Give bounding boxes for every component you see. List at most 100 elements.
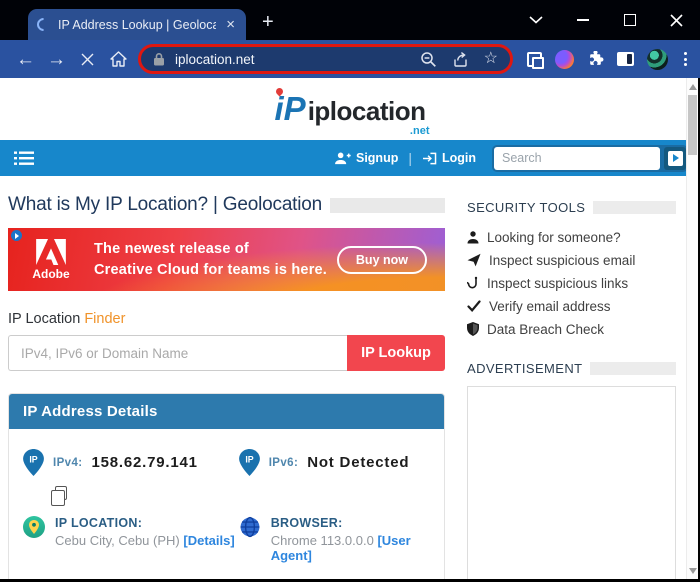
window-minimize-button[interactable] [559,0,606,40]
signup-link[interactable]: Signup [334,151,398,165]
tab-loading-spinner-icon [34,15,53,34]
shield-icon [467,322,479,336]
adobe-ad-banner[interactable]: Adobe The newest release of Creative Clo… [8,228,445,291]
navbar-divider: | [408,150,412,166]
bookmark-star-icon[interactable]: ☆ [484,51,498,67]
ip-pin-icon: IP [238,449,260,476]
adchoices-icon[interactable] [11,230,22,241]
scrollbar-down-arrow[interactable] [689,568,697,574]
security-tools-header: SECURITY TOOLS [467,200,676,215]
site-logo[interactable]: iP iplocation .net [274,90,430,137]
url-text[interactable]: iplocation.net [175,52,410,67]
site-header: iP iplocation .net [0,78,700,140]
copy-icon[interactable] [51,486,67,506]
tab-close-icon[interactable]: × [224,17,237,32]
person-icon [467,230,479,243]
tool-label: Looking for someone? [487,229,621,245]
heading-filler-bar [330,197,445,213]
location-browser-row: IP LOCATION: Cebu City, Cebu (PH) [Detai… [23,516,430,563]
page-scrollbar[interactable] [686,78,698,582]
browser-tab[interactable]: IP Address Lookup | Geolocation × [28,9,246,40]
window-maximize-button[interactable] [606,0,653,40]
search-arrow-icon [672,154,679,162]
heading-row: What is My IP Location? | Geolocation [8,194,445,216]
ip-pin-icon: IP [23,449,44,476]
logo-tld-label: .net [409,124,430,137]
advertisement-title: ADVERTISEMENT [467,361,583,376]
menu-list-icon[interactable] [14,151,34,166]
zoom-icon[interactable] [420,51,437,68]
finder-label-main: IP Location [8,311,81,327]
advertisement-header: ADVERTISEMENT [467,361,676,376]
forward-button[interactable]: → [41,50,72,69]
buy-now-button[interactable]: Buy now [336,245,427,274]
tool-verify-email[interactable]: Verify email address [467,298,676,314]
window-chevron-down-icon[interactable] [512,0,559,40]
adobe-logo: Adobe [8,238,94,281]
details-link[interactable]: [Details] [183,533,234,548]
tool-inspect-links[interactable]: Inspect suspicious links [467,275,676,291]
back-button[interactable]: ← [10,50,41,69]
tool-inspect-email[interactable]: Inspect suspicious email [467,252,676,268]
check-icon [467,300,481,312]
user-plus-icon [335,152,351,164]
logo-wordmark: iplocation [307,95,426,126]
ipv6-label: IPv6: [268,456,299,469]
ip-location-label: IP LOCATION: [55,516,143,530]
tool-data-breach-check[interactable]: Data Breach Check [467,321,676,337]
screenshot-extension-icon[interactable] [527,51,544,69]
tool-looking-for-someone[interactable]: Looking for someone? [467,229,676,245]
window-controls [512,0,700,40]
new-tab-button[interactable]: + [262,11,274,34]
location-circle-icon [23,516,45,538]
login-label: Login [441,151,476,165]
tab-title: IP Address Lookup | Geolocation [58,17,217,32]
ip-lookup-button[interactable]: IP Lookup [347,335,445,371]
ipv6-cell: IP IPv6: Not Detected [238,449,430,476]
home-button[interactable] [103,51,134,67]
ip-row: IP IPv4: 158.62.79.141 IP IPv6: Not Dete… [23,449,430,506]
side-panel-icon[interactable] [617,52,634,66]
advertisement-header-filler-bar [590,362,676,375]
ad-line-1: The newest release of [94,241,249,258]
window-close-button[interactable] [653,0,700,40]
stop-button[interactable] [72,53,103,66]
scrollbar-thumb[interactable] [688,95,697,155]
address-bar-icons: ☆ [420,51,498,68]
browser-text: Chrome 113.0.0.0 [270,533,374,548]
page-content: What is My IP Location? | Geolocation Ad… [0,176,700,582]
hook-icon [467,276,478,289]
browser-menu-icon[interactable] [681,52,690,66]
ipv4-cell: IP IPv4: 158.62.79.141 [23,449,239,506]
security-header-filler-bar [593,201,676,214]
logo-pin-mark: iP [274,90,306,128]
tool-label: Inspect suspicious email [489,252,636,268]
scrollbar-up-arrow[interactable] [689,84,697,90]
tool-label: Verify email address [489,298,611,314]
ip-location-cell: IP LOCATION: Cebu City, Cebu (PH) [Detai… [23,516,239,563]
purple-extension-icon[interactable] [555,49,574,69]
finder-label: IP Location Finder [8,311,445,327]
lock-icon [154,53,164,66]
login-link[interactable]: Login [422,151,476,165]
finder-label-accent: Finder [84,311,126,327]
profile-avatar[interactable] [647,48,668,70]
svg-text:IP: IP [245,455,253,465]
browser-toolbar: ← → iplocation.net ☆ [0,40,700,78]
adobe-brand-label: Adobe [32,266,70,281]
ad-text: The newest release of Creative Cloud for… [94,239,327,280]
ip-finder-form: IP Lookup [8,335,445,371]
advertisement-slot [467,386,676,581]
search-submit-button[interactable] [664,146,686,170]
browser-tab-bar: IP Address Lookup | Geolocation × + [0,0,700,40]
share-icon[interactable] [452,51,469,68]
extensions-puzzle-icon[interactable] [587,50,604,68]
search-input[interactable] [494,146,660,170]
ipv4-value: 158.62.79.141 [91,454,198,471]
adobe-a-icon [36,238,66,265]
address-bar[interactable]: iplocation.net ☆ [138,44,513,74]
browser-cell: BROWSER: Chrome 113.0.0.0 [User Agent] [239,516,430,563]
ip-lookup-input[interactable] [8,335,347,371]
panel-title: IP Address Details [9,394,444,429]
browser-window: IP Address Lookup | Geolocation × + ← → [0,0,700,582]
